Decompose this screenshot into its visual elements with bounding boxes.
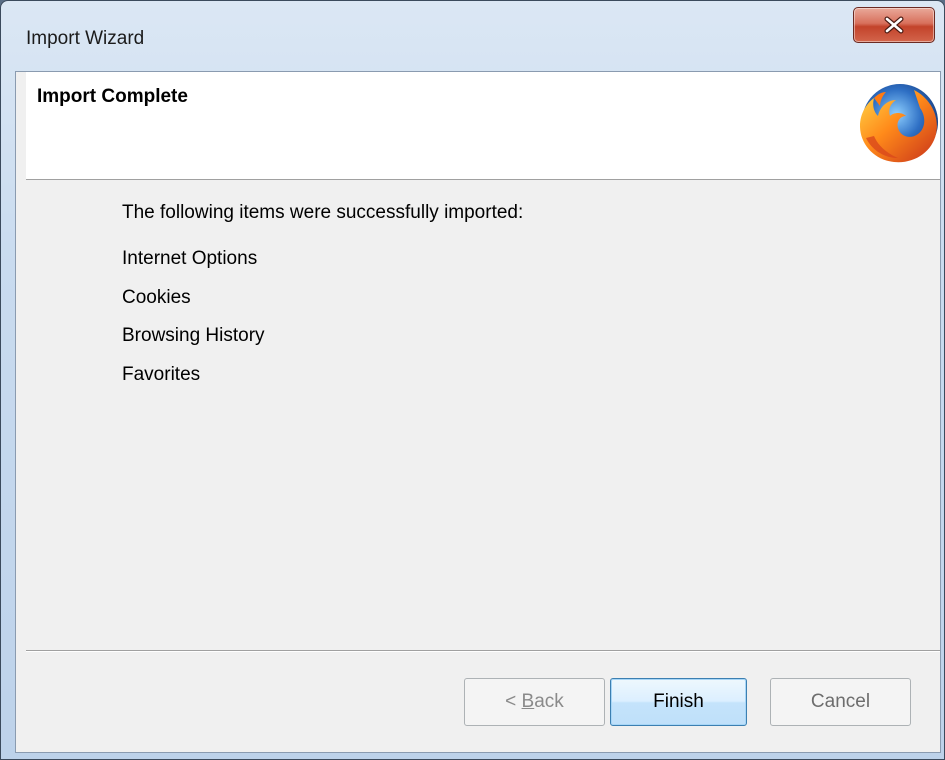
import-wizard-window: Import Wizard Import Complete The follow… bbox=[0, 0, 945, 760]
footer-divider bbox=[26, 650, 940, 652]
list-item: Favorites bbox=[122, 363, 201, 385]
imported-items-list: Internet Options Cookies Browsing Histor… bbox=[122, 248, 265, 402]
list-item: Internet Options bbox=[122, 248, 258, 269]
finish-button[interactable]: Finish bbox=[610, 678, 747, 726]
window-title: Import Wizard bbox=[26, 28, 145, 49]
firefox-logo-icon bbox=[860, 84, 938, 163]
import-summary-text: The following items were successfully im… bbox=[122, 202, 524, 223]
close-button[interactable] bbox=[853, 7, 935, 43]
cancel-button[interactable]: Cancel bbox=[770, 678, 911, 726]
wizard-client-area: Import Complete The following items were… bbox=[15, 71, 941, 753]
page-title: Import Complete bbox=[37, 86, 188, 107]
back-button-accelerator: B bbox=[521, 691, 535, 712]
wizard-header: Import Complete bbox=[26, 72, 940, 180]
title-bar[interactable]: Import Wizard bbox=[1, 1, 944, 71]
close-icon bbox=[884, 16, 904, 34]
list-item: Cookies bbox=[122, 286, 191, 308]
back-button-prefix: < bbox=[505, 691, 522, 712]
back-button-label: ack bbox=[534, 691, 564, 712]
back-button[interactable]: < Back bbox=[464, 678, 605, 726]
list-item: Browsing History bbox=[122, 325, 265, 346]
